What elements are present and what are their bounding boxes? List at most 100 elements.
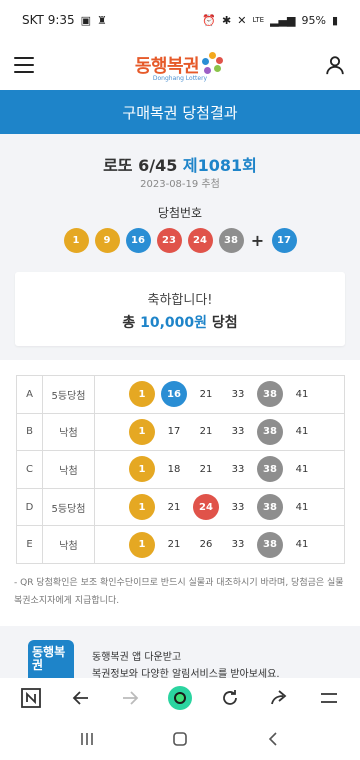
logo-subtitle: Donghang Lottery (152, 75, 208, 82)
gallery-icon: ▣ (80, 13, 92, 27)
app-icon: 동행복권 (28, 640, 74, 678)
winning-ball: 1 (63, 228, 89, 253)
game-number: 41 (295, 501, 309, 513)
game-number: 33 (231, 463, 245, 475)
winning-numbers-label: 당첨번호 (157, 206, 203, 220)
total-prize: 총 10,000원 당첨 (15, 312, 345, 332)
hamburger-icon[interactable] (14, 57, 34, 73)
winning-ball: 16 (125, 228, 151, 253)
matched-number: 1 (129, 381, 155, 408)
recent-apps-icon[interactable] (72, 724, 102, 754)
congrats-text: 축하합니다! (147, 293, 213, 308)
status-left: SKT 9:35 ▣ ♜ (22, 13, 107, 27)
matched-number: 38 (257, 531, 283, 558)
signal-icon: ▂▄▆ (270, 13, 296, 27)
naver-n-icon[interactable] (16, 683, 46, 713)
game-result: 5등당첨 (42, 375, 95, 414)
game-row: B 낙첨 1 17 21 33 38 41 (16, 412, 345, 452)
game-numbers: 1 16 21 33 38 41 (94, 375, 345, 414)
matched-number: 38 (257, 494, 283, 521)
draw-date: 2023-08-19 추첨 (140, 179, 220, 190)
game-number: 17 (167, 426, 181, 438)
matched-number: 1 (129, 456, 155, 483)
system-nav-bar (0, 718, 360, 760)
game-number: 41 (295, 463, 309, 475)
game-name: 로또 6/45 (103, 156, 178, 175)
winning-ball: 38 (218, 228, 244, 253)
home-icon[interactable] (165, 724, 195, 754)
game-numbers: 1 21 26 33 38 41 (94, 525, 345, 564)
game-row: E 낙첨 1 21 26 33 38 41 (16, 525, 345, 564)
game-numbers: 1 18 21 33 38 41 (94, 450, 345, 489)
game-result: 낙첨 (42, 525, 95, 564)
matched-number: 1 (129, 494, 155, 521)
total-suffix: 당첨 (211, 315, 238, 331)
app-header: 동행복권 Donghang Lottery (0, 40, 360, 90)
game-letter: D (16, 487, 43, 527)
game-title: 로또 6/45 제1081회 (0, 152, 360, 176)
game-number: 41 (295, 539, 309, 551)
app-promo-banner[interactable]: 동행복권 동행복권 앱 다운받고 복권정보와 다양한 알림서비스를 받아보세요. (0, 626, 360, 678)
round-number: 제1081회 (182, 156, 257, 175)
game-letter: A (16, 375, 43, 414)
game-result: 낙첨 (42, 412, 95, 452)
game-row: C 낙첨 1 18 21 33 38 41 (16, 450, 345, 489)
matched-number: 38 (257, 418, 283, 445)
game-number: 21 (199, 426, 213, 438)
page-title: 구매복권 당첨결과 (0, 90, 360, 134)
matched-number: 38 (257, 381, 283, 408)
plus-sign: + (250, 231, 265, 250)
game-number: 26 (199, 539, 213, 551)
menu-lines-icon[interactable] (314, 683, 344, 713)
forward-arrow-icon[interactable] (115, 683, 145, 713)
share-icon[interactable] (264, 683, 294, 713)
promo-line2: 복권정보와 다양한 알림서비스를 받아보세요. (92, 669, 280, 678)
bonus-ball: 17 (271, 228, 297, 253)
winning-ball: 23 (156, 228, 182, 253)
game-number: 41 (295, 426, 309, 438)
draw-summary: 로또 6/45 제1081회 2023-08-19 추첨 당첨번호 1 9 16… (0, 134, 360, 360)
game-number: 33 (231, 539, 245, 551)
browser-toolbar (0, 678, 360, 718)
battery-icon: ▮ (331, 13, 338, 27)
matched-number: 38 (257, 456, 283, 483)
game-letter: C (16, 450, 43, 489)
game-letter: E (16, 525, 43, 564)
home-green-icon[interactable] (165, 683, 195, 713)
matched-number: 1 (129, 418, 155, 445)
matched-number: 24 (193, 494, 219, 521)
back-icon[interactable] (258, 724, 288, 754)
game-numbers: 1 17 21 33 38 41 (94, 412, 345, 452)
status-bar: SKT 9:35 ▣ ♜ ⏰ ✱ ✕ LTE ▂▄▆ 95% ▮ (0, 0, 360, 40)
network-type: LTE (252, 16, 265, 24)
bluetooth-icon: ✱ (222, 13, 232, 27)
game-numbers: 1 21 24 33 38 41 (94, 487, 345, 527)
game-number: 33 (231, 501, 245, 513)
winning-ball: 9 (94, 228, 120, 253)
winning-numbers: 1 9 16 23 24 38 + 17 (0, 228, 360, 253)
game-number: 21 (199, 463, 213, 475)
game-number: 33 (231, 426, 245, 438)
game-result: 5등당첨 (42, 487, 95, 527)
game-row: D 5등당첨 1 21 24 33 38 41 (16, 487, 345, 527)
game-letter: B (16, 412, 43, 452)
total-amount: 10,000원 (140, 315, 208, 331)
game-number: 21 (167, 501, 181, 513)
notification-icon: ♜ (97, 13, 107, 27)
person-icon[interactable] (324, 54, 346, 76)
qr-notice: - QR 당첨확인은 보조 확인수단이므로 반드시 실물과 대조하시기 바라며,… (14, 578, 344, 606)
back-arrow-icon[interactable] (66, 683, 96, 713)
game-number: 33 (231, 388, 245, 400)
matched-number: 1 (129, 531, 155, 558)
battery-level: 95% (301, 13, 326, 27)
game-result: 낙첨 (42, 450, 95, 489)
winning-ball: 24 (187, 228, 213, 253)
game-number: 18 (167, 463, 181, 475)
total-prefix: 총 (122, 315, 136, 331)
carrier-time: SKT 9:35 (22, 13, 75, 27)
game-number: 21 (167, 539, 181, 551)
logo[interactable]: 동행복권 Donghang Lottery (135, 52, 224, 82)
matched-number: 16 (161, 381, 187, 408)
reload-icon[interactable] (215, 683, 245, 713)
mute-icon: ✕ (237, 13, 247, 27)
